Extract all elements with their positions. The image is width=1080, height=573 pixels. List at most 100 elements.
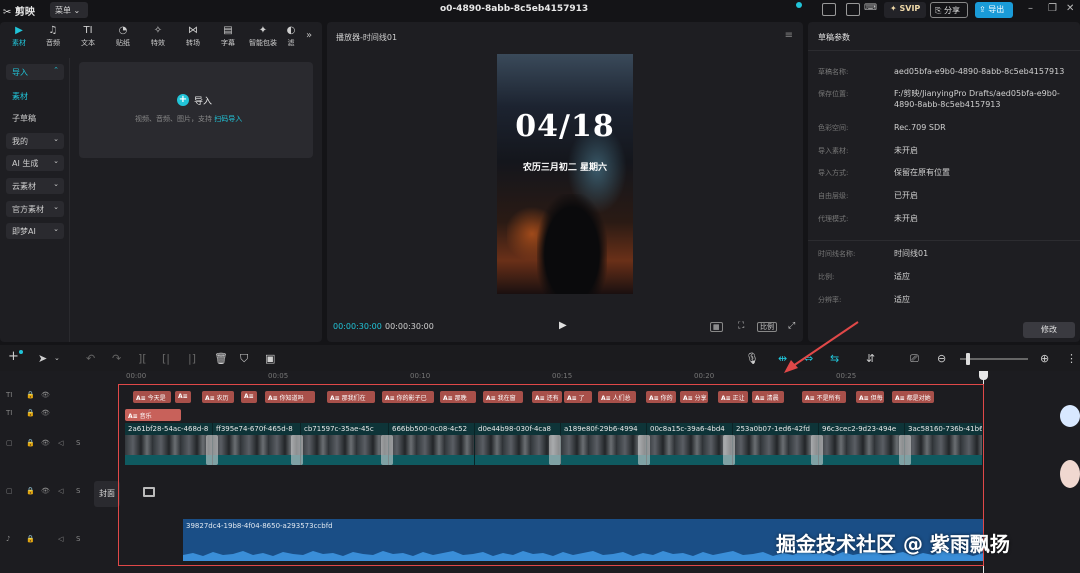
tab-audio[interactable]: ♫ 音频 (38, 24, 68, 52)
text-icon: TI (83, 25, 93, 36)
more-tabs-icon[interactable]: » (306, 30, 312, 41)
import-dropzone[interactable]: + 导入 视频、音频、图片，支持 扫码导入 (79, 62, 313, 158)
sidebar-item-cloud[interactable]: 云素材 ⌄ (6, 178, 64, 194)
keyboard-icon[interactable]: ⌨ (864, 3, 878, 16)
sidebar-item-jimeng-ai[interactable]: 即梦AI ⌄ (6, 223, 64, 239)
zoom-fit-icon[interactable]: ⎚ (910, 352, 919, 366)
add-track-icon[interactable]: + (8, 349, 19, 364)
shield-icon[interactable]: ⛉ (240, 352, 248, 366)
speaker-icon[interactable]: ◁ (58, 535, 63, 543)
video-preview[interactable]: 04/18 农历三月初二 星期六 (497, 54, 633, 294)
cursor-icon[interactable]: ➤ (38, 352, 47, 365)
menu-button[interactable]: 菜单 ⌄ (50, 2, 88, 18)
ruler-label: 00:05 (268, 372, 289, 380)
lock-icon[interactable]: 🔒 (26, 391, 35, 399)
param-draft-name: aed05bfa-e9b0-4890-8abb-8c5eb4157913 (894, 67, 1065, 76)
video-track-head: ▢ 🔒 👁 ◁ S (0, 437, 92, 451)
eye-icon[interactable]: 👁 (41, 487, 50, 495)
minimize-icon[interactable]: – (1028, 3, 1033, 14)
speaker-icon[interactable]: ◁ (58, 439, 63, 447)
assistant-bubble-icon[interactable] (1060, 405, 1080, 427)
split-left-icon[interactable]: [| (162, 352, 170, 365)
ruler-label: 00:15 (552, 372, 573, 380)
solo-icon[interactable]: S (76, 535, 80, 543)
overlay-lunar-date: 农历三月初二 星期六 (522, 163, 608, 173)
chevron-down-icon: ⌄ (53, 157, 59, 165)
lock-icon[interactable]: 🔒 (26, 535, 35, 543)
fit-screen-icon[interactable]: ⛶ (736, 322, 746, 332)
share-button[interactable]: ⎘ 分享 (930, 2, 968, 18)
zoom-slider-handle[interactable] (966, 353, 970, 365)
param-import-method: 保留在原有位置 (894, 168, 950, 177)
export-button[interactable]: ⇪ 导出 (975, 2, 1013, 18)
sidebar-item-import[interactable]: 导入 ⌃ (6, 64, 64, 80)
chevron-up-icon: ⌃ (53, 66, 59, 74)
media-panel: ▶ 素材 ♫ 音频 TI 文本 ◔ 贴纸 ✧ 特效 ⋈ 转场 ▤ 字幕 ✦ 智能包装 ◐ 滤 » … (0, 22, 322, 342)
sidebar-item-material[interactable]: 素材 (6, 88, 64, 104)
ratio-button[interactable]: 比例 (757, 322, 777, 332)
svip-badge[interactable]: ✦ SVIP (884, 2, 927, 18)
tab-sticker[interactable]: ◔ 贴纸 (108, 24, 138, 52)
tab-text[interactable]: TI 文本 (73, 24, 103, 52)
split-icon[interactable]: ][ (138, 352, 147, 365)
param-label: 比例: (818, 273, 835, 281)
transition-icon: ⋈ (188, 25, 198, 36)
lock-icon[interactable]: 🔒 (26, 487, 35, 495)
tab-filter[interactable]: ◐ 滤 (284, 24, 298, 52)
ai-caption-icon[interactable]: ▣ (265, 352, 275, 365)
grid-icon[interactable]: ▦ (710, 322, 723, 332)
sidebar-item-sub-draft[interactable]: 子草稿 (6, 110, 64, 126)
eye-icon[interactable]: 👁 (41, 391, 50, 399)
tab-subtitle[interactable]: ▤ 字幕 (213, 24, 243, 52)
delete-icon[interactable]: 🗑 (214, 352, 228, 365)
eye-icon[interactable]: 👁 (41, 409, 50, 417)
redo-icon[interactable]: ↷ (112, 352, 121, 365)
total-timecode: 00:00:30:00 (385, 322, 434, 331)
param-label: 自由层级: (818, 192, 849, 200)
sidebar-item-ai-generate[interactable]: AI 生成 ⌄ (6, 155, 64, 171)
jianying-editor-window: ✂ 剪映 菜单 ⌄ o0-4890-8abb-8c5eb4157913 ⌨ ✦ … (0, 0, 1080, 573)
more-options-icon[interactable]: ⋮ (1066, 352, 1077, 365)
eye-icon[interactable]: 👁 (41, 439, 50, 447)
tab-transition[interactable]: ⋈ 转场 (178, 24, 208, 52)
param-proxy-mode: 未开启 (894, 214, 918, 223)
param-color-space: Rec.709 SDR (894, 123, 946, 132)
sidebar-item-official[interactable]: 官方素材 ⌄ (6, 201, 64, 217)
effects-icon: ✧ (153, 25, 163, 36)
close-icon[interactable]: ✕ (1066, 3, 1074, 14)
solo-icon[interactable]: S (76, 487, 80, 495)
monitor-icon[interactable] (846, 3, 860, 16)
zoom-slider[interactable] (960, 358, 1028, 360)
lock-icon[interactable]: 🔒 (26, 439, 35, 447)
preview-axis-icon[interactable]: ⇵ (866, 352, 875, 365)
cover-button[interactable]: 封面 (94, 481, 120, 507)
chevron-down-icon[interactable]: ⌄ (54, 354, 60, 362)
ruler-label: 00:00 (126, 372, 147, 380)
modify-button[interactable]: 修改 (1023, 322, 1075, 338)
zoom-out-icon[interactable]: ⊖ (937, 352, 946, 365)
tab-effects[interactable]: ✧ 特效 (143, 24, 173, 52)
avatar[interactable] (1060, 460, 1080, 488)
layout-icon[interactable] (822, 3, 836, 16)
sidebar-item-mine[interactable]: 我的 ⌄ (6, 133, 64, 149)
subtitle-icon: ▤ (223, 25, 233, 36)
scan-import-link[interactable]: 扫码导入 (214, 115, 242, 123)
menu-icon[interactable]: ≡ (785, 30, 793, 41)
maximize-icon[interactable]: ❐ (1048, 3, 1057, 14)
window-title: o0-4890-8abb-8c5eb4157913 (440, 4, 589, 14)
zoom-in-icon[interactable]: ⊕ (1040, 352, 1049, 365)
split-right-icon[interactable]: |] (188, 352, 196, 365)
tab-media[interactable]: ▶ 素材 (4, 24, 34, 52)
undo-icon[interactable]: ↶ (86, 352, 95, 365)
lock-icon[interactable]: 🔒 (26, 409, 35, 417)
play-icon[interactable]: ▶ (559, 320, 567, 331)
solo-icon[interactable]: S (76, 439, 80, 447)
draft-params-panel: 草稿参数 草稿名称: aed05bfa-e9b0-4890-8abb-8c5eb… (808, 22, 1080, 342)
microphone-icon[interactable]: 🎙 (745, 352, 759, 365)
import-hint: 视频、音频、图片，支持 扫码导入 (135, 115, 243, 123)
tab-smart-package[interactable]: ✦ 智能包装 (244, 24, 282, 52)
param-label: 保存位置: (818, 90, 849, 98)
speaker-icon[interactable]: ◁ (58, 487, 63, 495)
main-track-head: ▢ 🔒 👁 ◁ S (0, 485, 92, 499)
timeline-ruler[interactable]: 00:00 00:05 00:10 00:15 00:20 00:25 (120, 371, 1080, 383)
